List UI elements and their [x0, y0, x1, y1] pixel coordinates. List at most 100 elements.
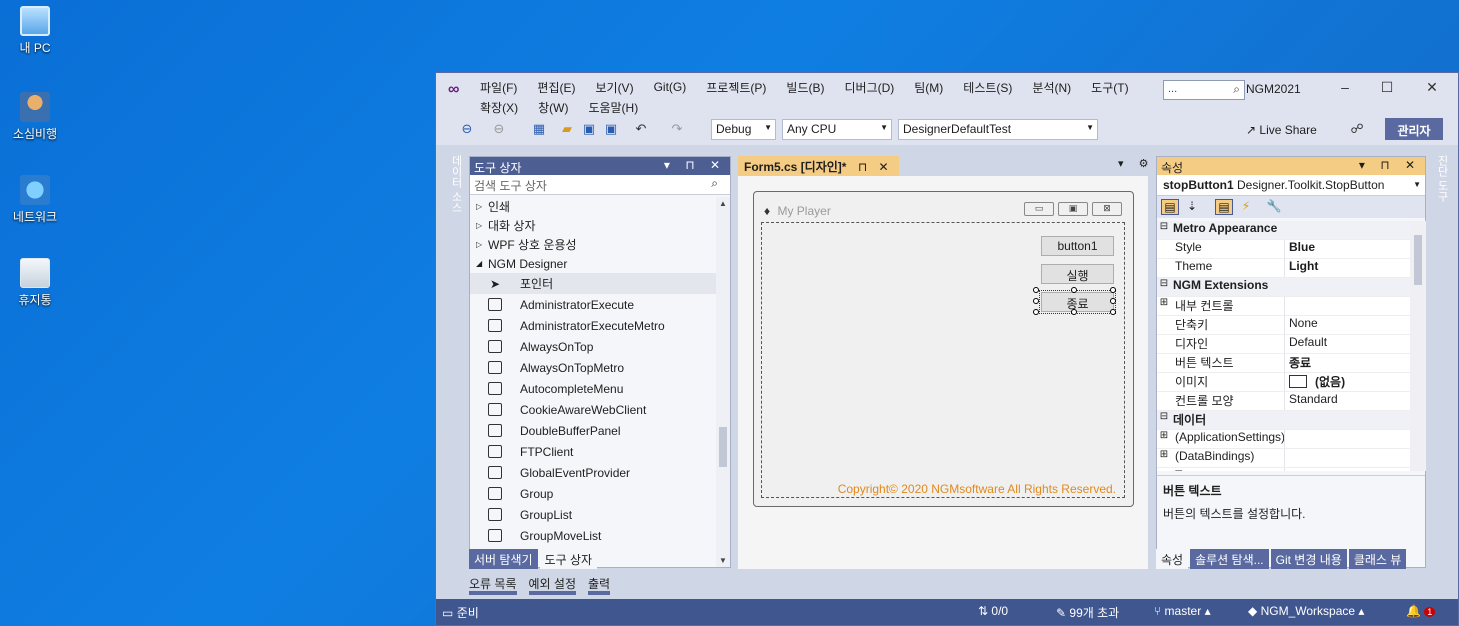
spacer[interactable]	[1157, 392, 1171, 410]
menu-item[interactable]: 빌드(B)	[786, 79, 834, 96]
resize-handle[interactable]	[1110, 287, 1116, 293]
toolbox-item[interactable]: CookieAwareWebClient	[470, 399, 717, 420]
resize-handle[interactable]	[1071, 287, 1077, 293]
desktop-icon-network[interactable]: 네트워크	[6, 175, 64, 225]
maximize-button[interactable]: ☐	[1373, 79, 1401, 99]
scrollbar-thumb[interactable]	[1414, 235, 1422, 285]
redo-icon[interactable]: ↷	[668, 121, 686, 137]
tab-server-explorer[interactable]: 서버 탐색기	[469, 549, 538, 569]
back-icon[interactable]: ⊖	[458, 121, 476, 137]
toolbox-scrollbar[interactable]: ▲ ▼	[716, 197, 730, 567]
property-value[interactable]	[1285, 449, 1289, 467]
desktop-icon-recycle-bin[interactable]: 휴지통	[6, 258, 64, 308]
menu-item[interactable]: 테스트(S)	[963, 79, 1022, 96]
form-client-area[interactable]: button1 실행 종료 Copyright© 2020 NGMsoftwar…	[761, 222, 1125, 498]
notifications-button[interactable]: 🔔 1	[1406, 604, 1436, 618]
toolbox-category[interactable]: ◢ NGM Designer	[470, 254, 717, 273]
property-value[interactable]: Default	[1285, 335, 1327, 353]
property-value[interactable]	[1285, 297, 1289, 315]
property-row[interactable]: 디자인 Default	[1157, 335, 1410, 354]
toolbox-item[interactable]: FTPClient	[470, 441, 717, 462]
toolbox-item[interactable]: GroupList	[470, 504, 717, 525]
properties-icon[interactable]: ▤	[1215, 199, 1233, 215]
resize-handle[interactable]	[1033, 298, 1039, 304]
git-branch-indicator[interactable]: ⑂ master ▴	[1154, 604, 1211, 618]
property-pages-icon[interactable]: 🔧	[1265, 199, 1283, 215]
property-value[interactable]: (없음)	[1285, 373, 1345, 391]
scrollbar-thumb[interactable]	[719, 427, 727, 467]
toolbox-category[interactable]: ▷ 대화 상자	[470, 216, 717, 235]
toolbox-item[interactable]: AutocompleteMenu	[470, 378, 717, 399]
toolbox-category[interactable]: ▷ WPF 상호 운용성	[470, 235, 717, 254]
spacer[interactable]	[1157, 259, 1171, 277]
menu-item[interactable]: 분석(N)	[1032, 79, 1081, 96]
property-row[interactable]: 버튼 텍스트 종료	[1157, 354, 1410, 373]
tab-class-view[interactable]: 클래스 뷰	[1348, 549, 1407, 569]
property-category[interactable]: ⊟ 데이터	[1157, 411, 1410, 430]
platform-dropdown[interactable]: Any CPU ▼	[782, 119, 892, 140]
property-category[interactable]: ⊟ NGM Extensions	[1157, 278, 1410, 297]
property-value[interactable]: None	[1285, 316, 1318, 334]
pin-close-icons[interactable]: ⊓ ✕	[858, 160, 893, 174]
undo-icon[interactable]: ↶	[632, 121, 650, 137]
changes-indicator[interactable]: ✎ 99개 초과	[1056, 604, 1119, 621]
property-row[interactable]: Tag	[1157, 468, 1410, 471]
menu-item[interactable]: 도구(T)	[1091, 79, 1138, 96]
menu-item[interactable]: 편집(E)	[537, 79, 585, 96]
alphabetical-icon[interactable]: ⇣	[1183, 199, 1201, 215]
toolbox-item[interactable]: GlobalEventProvider	[470, 462, 717, 483]
collapse-icon[interactable]: ⊟	[1157, 221, 1171, 239]
scroll-down-icon[interactable]: ▼	[719, 556, 727, 565]
property-row[interactable]: 컨트롤 모양 Standard	[1157, 392, 1410, 411]
feedback-icon[interactable]: ☍	[1348, 121, 1366, 137]
spacer[interactable]	[1157, 354, 1171, 372]
property-row[interactable]: 단축키 None	[1157, 316, 1410, 335]
new-project-icon[interactable]: ▦	[530, 121, 548, 137]
resize-handle[interactable]	[1071, 309, 1077, 315]
menu-item[interactable]: 보기(V)	[595, 79, 643, 96]
property-value[interactable]	[1285, 468, 1289, 471]
property-value[interactable]: Standard	[1285, 392, 1338, 410]
desktop-icon-user[interactable]: 소심비행	[6, 92, 64, 142]
property-value[interactable]: Light	[1285, 259, 1318, 277]
admin-badge[interactable]: 관리자	[1385, 118, 1443, 140]
toolbox-item[interactable]: AlwaysOnTopMetro	[470, 357, 717, 378]
collapse-icon[interactable]: ⊟	[1157, 411, 1171, 429]
minimize-button[interactable]: –	[1331, 79, 1359, 99]
property-row[interactable]: ⊞ (DataBindings)	[1157, 449, 1410, 468]
tab-toolbox[interactable]: 도구 상자	[539, 549, 598, 569]
toolbox-category[interactable]: ▷ 인쇄	[470, 197, 717, 216]
diagnostic-tools-side-tab[interactable]: 진단 도구	[1430, 151, 1450, 221]
expand-icon[interactable]: ⊞	[1157, 449, 1171, 467]
menu-item[interactable]: 파일(F)	[480, 79, 527, 96]
button1-control[interactable]: button1	[1041, 236, 1114, 256]
property-category[interactable]: ⊟ Metro Appearance	[1157, 221, 1410, 240]
panel-controls[interactable]: ▾ ⊓ ✕	[1359, 158, 1421, 172]
property-row[interactable]: Theme Light	[1157, 259, 1410, 278]
menu-item[interactable]: 창(W)	[538, 99, 578, 116]
toolbox-item[interactable]: Group	[470, 483, 717, 504]
menu-item[interactable]: 디버그(D)	[844, 79, 904, 96]
document-well-controls[interactable]: ▾ ⚙	[1118, 157, 1154, 170]
collapsed-triangle-icon[interactable]: ▷	[476, 221, 486, 230]
close-button[interactable]: ✕	[1418, 79, 1446, 99]
events-icon[interactable]: ⚡	[1237, 199, 1255, 215]
property-row[interactable]: ⊞ (ApplicationSettings)	[1157, 430, 1410, 449]
scroll-up-icon[interactable]: ▲	[719, 199, 727, 208]
property-grid-scrollbar[interactable]	[1410, 221, 1426, 471]
menu-item[interactable]: 도움말(H)	[588, 99, 648, 116]
property-row[interactable]: Style Blue	[1157, 240, 1410, 259]
property-value[interactable]: Blue	[1285, 240, 1315, 258]
property-value[interactable]: 종료	[1285, 354, 1311, 372]
error-count-indicator[interactable]: ⇅ 0/0	[978, 604, 1008, 618]
property-value[interactable]	[1285, 430, 1289, 448]
configuration-dropdown[interactable]: Debug ▼	[711, 119, 776, 140]
menu-item[interactable]: 팀(M)	[914, 79, 953, 96]
live-share-button[interactable]: ↗ Live Share	[1246, 123, 1317, 137]
toolbox-search-input[interactable]: 검색 도구 상자 ⌕	[470, 175, 730, 195]
toolbox-item[interactable]: AlwaysOnTop	[470, 336, 717, 357]
tab-error-list[interactable]: 오류 목록	[469, 573, 517, 595]
collapse-icon[interactable]: ⊟	[1157, 278, 1171, 296]
expand-icon[interactable]: ⊞	[1157, 297, 1171, 315]
tab-git-changes[interactable]: Git 변경 내용	[1270, 549, 1347, 569]
